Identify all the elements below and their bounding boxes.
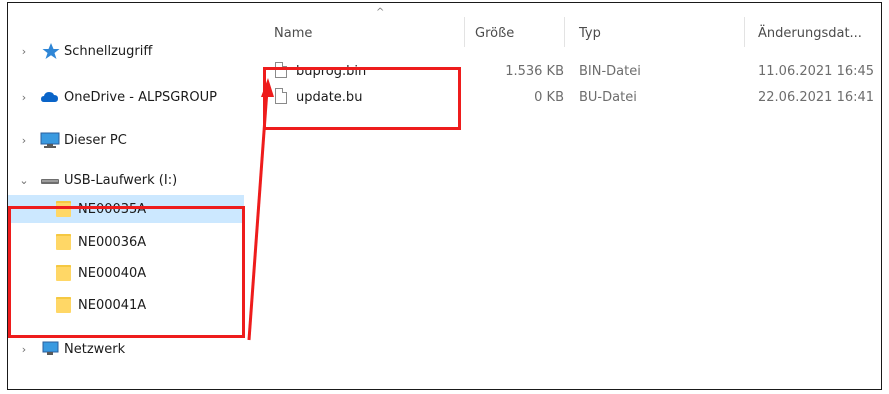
nav-item-label: USB-Laufwerk (I:) xyxy=(64,172,178,188)
column-header-type[interactable]: Typ xyxy=(579,26,601,41)
nav-item-onedrive[interactable]: › OneDrive - ALPSGROUP xyxy=(8,83,244,111)
nav-item-quick-access[interactable]: › Schnellzugriff xyxy=(8,37,244,65)
chevron-right-icon[interactable]: › xyxy=(17,91,31,104)
nav-item-usb-drive[interactable]: ⌄ USB-Laufwerk (I:) xyxy=(8,166,244,194)
nav-item-label: Dieser PC xyxy=(64,132,127,148)
column-header-size[interactable]: Größe xyxy=(475,26,514,41)
usb-drive-icon xyxy=(41,179,59,184)
chevron-right-icon[interactable]: › xyxy=(17,134,31,147)
nav-item-network[interactable]: › Netzwerk xyxy=(8,335,244,363)
nav-item-label: Netzwerk xyxy=(64,341,126,357)
nav-item-label: Schnellzugriff xyxy=(64,43,153,59)
sort-ascending-icon: ^ xyxy=(376,7,385,18)
chevron-right-icon[interactable]: › xyxy=(17,343,31,356)
chevron-right-icon[interactable]: › xyxy=(17,45,31,58)
file-size: 1.536 KB xyxy=(505,64,564,79)
file-size: 0 KB xyxy=(534,90,564,105)
file-modified: 22.06.2021 16:41 xyxy=(758,90,875,105)
column-divider[interactable] xyxy=(564,17,565,47)
column-divider[interactable] xyxy=(464,17,465,47)
annotation-box-files xyxy=(263,67,461,130)
file-modified: 11.06.2021 16:45 xyxy=(758,64,875,79)
nav-item-label: OneDrive - ALPSGROUP xyxy=(64,89,218,105)
chevron-down-icon[interactable]: ⌄ xyxy=(17,174,31,187)
file-list: ^ Name Größe Typ Änderungsdat... buprog.… xyxy=(266,3,882,389)
cloud-icon xyxy=(41,92,58,102)
file-type: BIN-Datei xyxy=(579,64,641,79)
column-header-modified[interactable]: Änderungsdat... xyxy=(758,26,862,41)
nav-item-this-pc[interactable]: › Dieser PC xyxy=(8,126,244,154)
star-icon xyxy=(42,43,60,59)
column-divider[interactable] xyxy=(744,17,745,47)
annotation-box-folders xyxy=(8,206,245,338)
column-header-name[interactable]: Name xyxy=(274,26,312,41)
file-type: BU-Datei xyxy=(579,90,637,105)
computer-icon xyxy=(40,132,60,148)
network-icon xyxy=(42,341,59,355)
